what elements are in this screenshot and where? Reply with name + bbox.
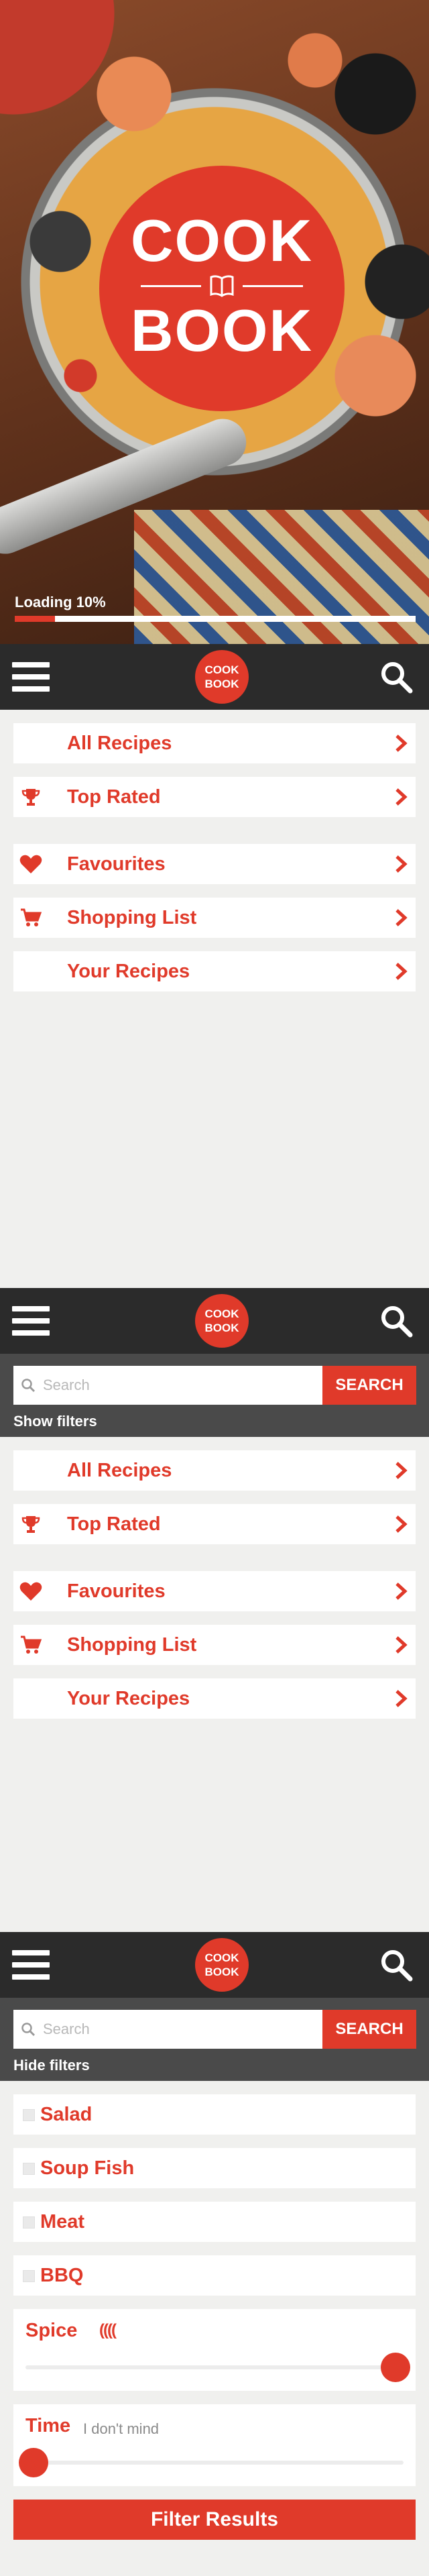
filter-checkbox-soup-fish[interactable]: Soup Fish bbox=[13, 2148, 416, 2188]
loading-progress-bar bbox=[15, 616, 416, 622]
chili-icon: (((( bbox=[99, 2321, 117, 2339]
splash-screen: COOK BOOK Loading 10% bbox=[0, 0, 429, 644]
splash-logo-line2: BOOK bbox=[131, 297, 313, 364]
search-button[interactable]: SEARCH bbox=[322, 2010, 416, 2049]
menu-item-your-recipes[interactable]: Your Recipes bbox=[13, 951, 416, 991]
splash-background-tile bbox=[134, 510, 429, 644]
hide-filters-link[interactable]: Hide filters bbox=[13, 2057, 90, 2074]
search-field bbox=[13, 2010, 322, 2049]
spice-slider-card: Spice (((( bbox=[13, 2309, 416, 2391]
menu-item-shopping-list[interactable]: Shopping List bbox=[13, 1625, 416, 1665]
search-icon[interactable] bbox=[379, 1948, 413, 1982]
header-logo[interactable]: COOK BOOK bbox=[195, 650, 249, 704]
filter-checkbox-salad[interactable]: Salad bbox=[13, 2094, 416, 2135]
app-header: COOK BOOK bbox=[0, 1932, 429, 1998]
spice-slider-track[interactable] bbox=[25, 2365, 404, 2369]
time-value: I don't mind bbox=[83, 2420, 160, 2437]
filter-checkbox-bbq[interactable]: BBQ bbox=[13, 2255, 416, 2296]
loading-progress-fill bbox=[15, 616, 55, 622]
search-field-icon bbox=[21, 1379, 36, 1393]
spice-slider-handle[interactable] bbox=[381, 2353, 410, 2382]
search-bar: SEARCH Show filters bbox=[0, 1354, 429, 1437]
menu-item-favourites[interactable]: Favourites bbox=[13, 844, 416, 884]
hamburger-menu-icon[interactable] bbox=[12, 662, 50, 692]
search-field bbox=[13, 1366, 322, 1405]
heart-icon bbox=[19, 1582, 42, 1601]
header-logo[interactable]: COOK BOOK bbox=[195, 1938, 249, 1992]
filter-checkbox-meat[interactable]: Meat bbox=[13, 2202, 416, 2242]
filters-screen: COOK BOOK SEARCH Hide filters Salad bbox=[0, 1932, 429, 2540]
cart-icon bbox=[21, 908, 42, 926]
hamburger-menu-icon[interactable] bbox=[12, 1306, 50, 1336]
menu-item-favourites[interactable]: Favourites bbox=[13, 1571, 416, 1611]
menu-item-top-rated[interactable]: Top Rated bbox=[13, 1504, 416, 1544]
search-icon[interactable] bbox=[379, 1304, 413, 1338]
search-input[interactable] bbox=[43, 1377, 311, 1394]
filters-panel: Salad Soup Fish Meat BBQ Spice (((( Time… bbox=[0, 2081, 429, 2540]
app-header: COOK BOOK bbox=[0, 1288, 429, 1354]
menu-item-all-recipes[interactable]: All Recipes bbox=[13, 723, 416, 763]
checkbox[interactable] bbox=[23, 2163, 35, 2175]
splash-logo-line1: COOK bbox=[131, 207, 313, 274]
filter-results-button[interactable]: Filter Results bbox=[13, 2500, 416, 2540]
time-label: Time bbox=[25, 2415, 71, 2436]
search-screen: COOK BOOK SEARCH Show filters All Recipe… bbox=[0, 1288, 429, 1732]
cart-icon bbox=[21, 1635, 42, 1654]
chevron-right-icon bbox=[395, 1690, 408, 1707]
app-header: COOK BOOK bbox=[0, 644, 429, 710]
chevron-right-icon bbox=[395, 855, 408, 873]
search-bar: SEARCH Hide filters bbox=[0, 1998, 429, 2081]
chevron-right-icon bbox=[395, 1515, 408, 1533]
main-menu: All Recipes Top Rated Favourites Shoppin… bbox=[0, 710, 429, 991]
checkbox[interactable] bbox=[23, 2270, 35, 2282]
time-slider-handle[interactable] bbox=[19, 2448, 48, 2477]
trophy-icon bbox=[21, 789, 40, 806]
time-slider-card: Time I don't mind bbox=[13, 2404, 416, 2486]
search-button[interactable]: SEARCH bbox=[322, 1366, 416, 1405]
search-input[interactable] bbox=[43, 2021, 311, 2038]
chevron-right-icon bbox=[395, 963, 408, 980]
menu-item-all-recipes[interactable]: All Recipes bbox=[13, 1450, 416, 1491]
chevron-right-icon bbox=[395, 788, 408, 806]
book-icon bbox=[210, 275, 234, 297]
show-filters-link[interactable]: Show filters bbox=[13, 1413, 97, 1430]
header-logo[interactable]: COOK BOOK bbox=[195, 1294, 249, 1348]
menu-screen: COOK BOOK All Recipes Top Rated Favourit… bbox=[0, 644, 429, 1005]
chevron-right-icon bbox=[395, 735, 408, 752]
hamburger-menu-icon[interactable] bbox=[12, 1950, 50, 1980]
heart-icon bbox=[19, 855, 42, 873]
time-slider-track[interactable] bbox=[25, 2461, 404, 2465]
checkbox[interactable] bbox=[23, 2216, 35, 2229]
menu-item-top-rated[interactable]: Top Rated bbox=[13, 777, 416, 817]
trophy-icon bbox=[21, 1516, 40, 1533]
splash-logo: COOK BOOK bbox=[99, 166, 345, 411]
chevron-right-icon bbox=[395, 1582, 408, 1600]
menu-item-shopping-list[interactable]: Shopping List bbox=[13, 898, 416, 938]
loading-label: Loading 10% bbox=[15, 594, 106, 610]
search-field-icon bbox=[21, 2023, 36, 2037]
search-icon[interactable] bbox=[379, 660, 413, 694]
main-menu: All Recipes Top Rated Favourites Shoppin… bbox=[0, 1437, 429, 1719]
chevron-right-icon bbox=[395, 909, 408, 926]
menu-item-your-recipes[interactable]: Your Recipes bbox=[13, 1678, 416, 1719]
chevron-right-icon bbox=[395, 1636, 408, 1654]
chevron-right-icon bbox=[395, 1462, 408, 1479]
spice-label: Spice bbox=[25, 2320, 78, 2341]
checkbox[interactable] bbox=[23, 2109, 35, 2121]
